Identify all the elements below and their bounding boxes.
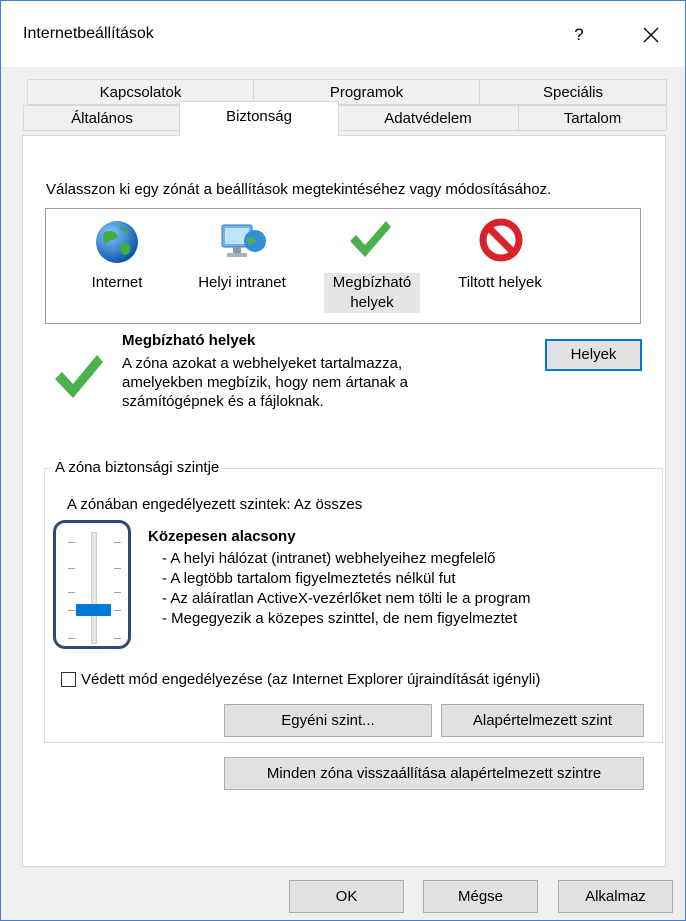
blocked-icon: [479, 218, 523, 262]
security-slider-track[interactable]: [91, 532, 97, 644]
zone-local-intranet-label: Helyi intranet: [198, 274, 286, 291]
protected-mode-label[interactable]: Védett mód engedélyezése (az Internet Ex…: [81, 671, 540, 688]
close-icon: [643, 27, 659, 43]
help-button[interactable]: ?: [559, 15, 599, 55]
selected-zone-desc-line: amelyekben megbízik, hogy nem ártanak a: [122, 374, 408, 391]
level-bullet: - A helyi hálózat (intranet) webhelyeihe…: [162, 550, 496, 567]
level-bullet: - Az aláíratlan ActiveX-vezérlőket nem t…: [162, 590, 531, 607]
tab-tartalom[interactable]: Tartalom: [518, 105, 667, 131]
zone-trusted-sites-label: Megbízható helyek: [324, 273, 420, 313]
title-bar: Internetbeállítások ?: [1, 1, 685, 67]
security-level-group-label: A zóna biztonsági szintje: [52, 459, 223, 476]
zone-internet-label: Internet: [91, 274, 143, 291]
internet-options-dialog: Internetbeállítások ? Kapcsolatok Progra…: [0, 0, 686, 921]
zone-restricted-sites-label: Tiltott helyek: [458, 274, 542, 291]
selected-zone-title: Megbízható helyek: [122, 332, 256, 349]
tab-adatvedelem[interactable]: Adatvédelem: [337, 105, 519, 131]
level-bullet: - Megegyezik a közepes szinttel, de nem …: [162, 610, 518, 627]
sites-button[interactable]: Helyek: [545, 339, 642, 371]
zone-list: Internet Helyi intranet Megbízható helye…: [45, 208, 641, 324]
cancel-button[interactable]: Mégse: [423, 880, 538, 913]
tab-altalanos[interactable]: Általános: [23, 105, 181, 131]
window-title: Internetbeállítások: [23, 25, 154, 42]
tab-specialis[interactable]: Speciális: [479, 79, 667, 105]
tab-biztonsag[interactable]: Biztonság: [179, 101, 339, 136]
trusted-sites-large-checkmark-icon: [55, 355, 103, 398]
intranet-icon: [221, 224, 266, 257]
checkmark-icon: [350, 221, 391, 257]
reset-all-zones-button[interactable]: Minden zóna visszaállítása alapértelmeze…: [224, 757, 644, 790]
level-bullet: - A legtöbb tartalom figyelmeztetés nélk…: [162, 570, 456, 587]
selected-zone-description: A zóna azokat a webhelyeket tartalmazza,…: [122, 354, 408, 411]
zone-instruction: Válasszon ki egy zónát a beállítások meg…: [46, 181, 552, 198]
custom-level-button[interactable]: Egyéni szint...: [224, 704, 432, 737]
apply-button[interactable]: Alkalmaz: [558, 880, 673, 913]
selected-zone-desc-line: számítógépnek és a fájloknak.: [122, 393, 324, 410]
security-slider-thumb[interactable]: [76, 604, 111, 616]
selected-zone-desc-line: A zóna azokat a webhelyeket tartalmazza,: [122, 355, 403, 372]
globe-icon: [96, 221, 138, 263]
zone-trusted-sites-label-line1: Megbízható: [332, 274, 412, 291]
zone-trusted-sites-label-line2: helyek: [350, 294, 394, 311]
security-level-name: Közepesen alacsony: [148, 528, 296, 545]
ok-button[interactable]: OK: [289, 880, 404, 913]
security-level-bullets: - A helyi hálózat (intranet) webhelyeihe…: [162, 549, 531, 629]
close-button[interactable]: [629, 15, 673, 55]
protected-mode-checkbox[interactable]: [61, 672, 76, 687]
allowed-levels-text: A zónában engedélyezett szintek: Az össz…: [67, 496, 363, 513]
default-level-button[interactable]: Alapértelmezett szint: [441, 704, 644, 737]
